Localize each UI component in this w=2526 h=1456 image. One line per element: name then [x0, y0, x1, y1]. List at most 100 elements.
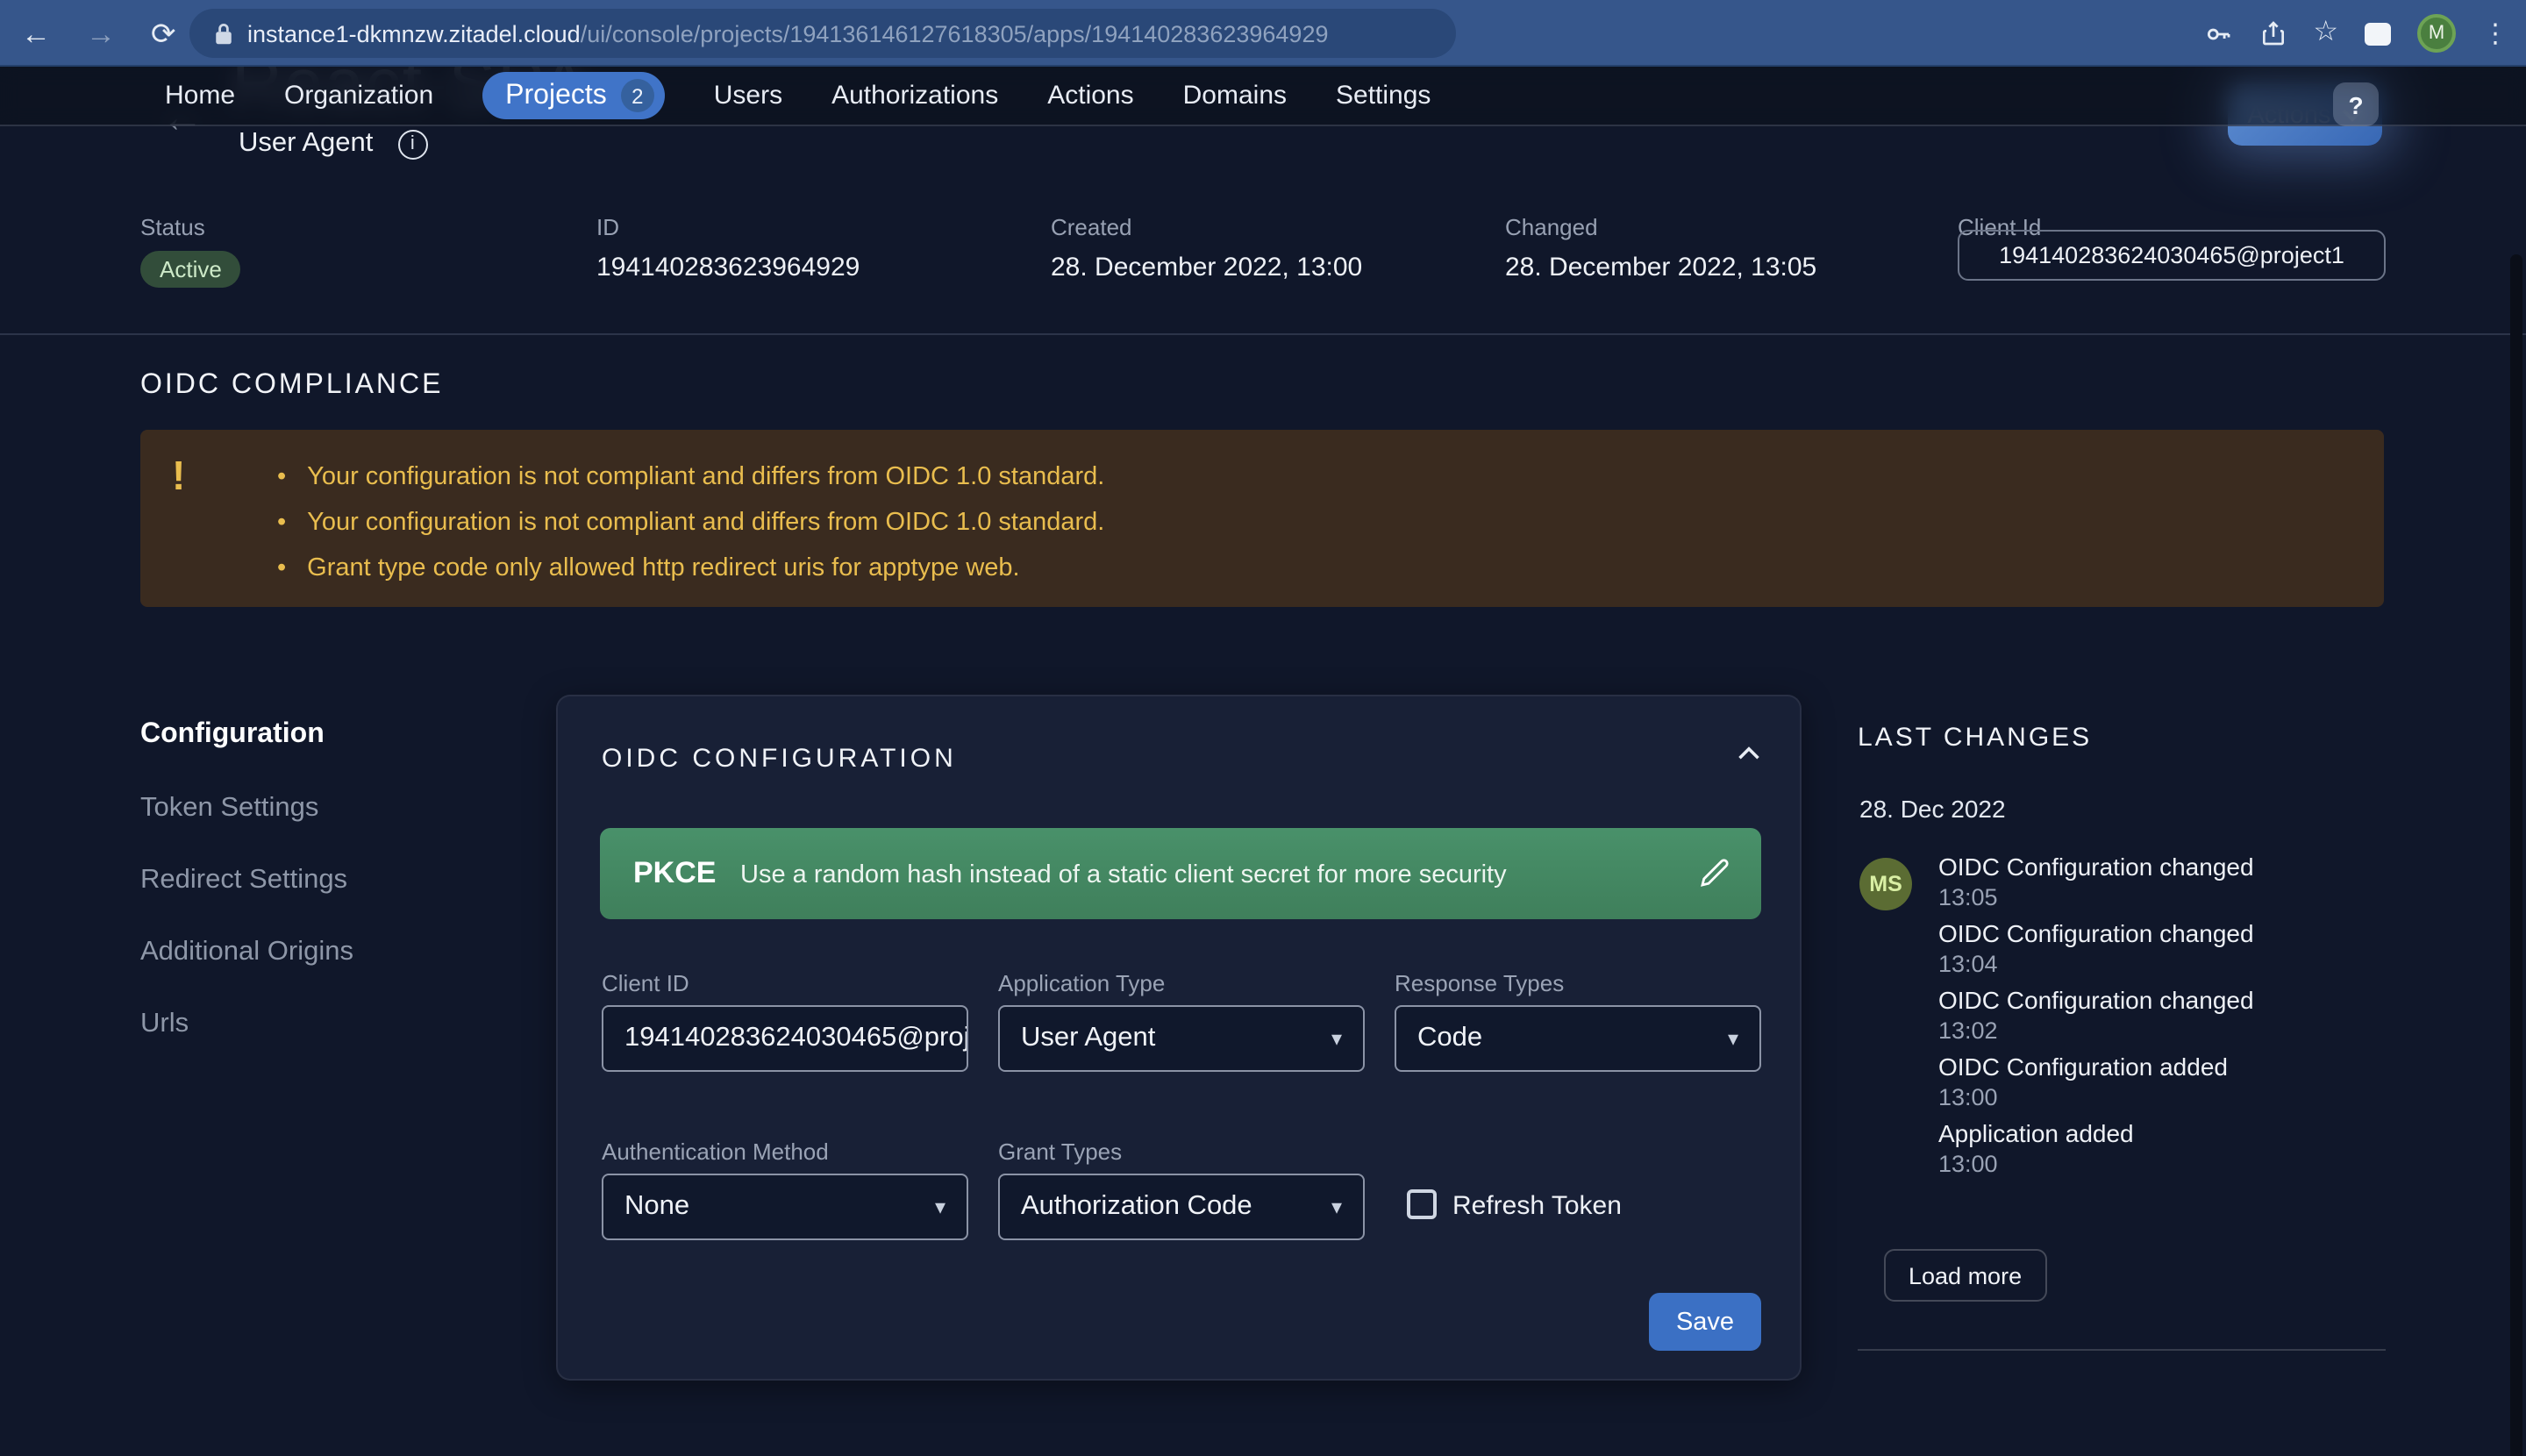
- compliance-warning-box: ! Your configuration is not compliant an…: [140, 430, 2384, 607]
- refresh-token-checkbox[interactable]: [1407, 1189, 1437, 1219]
- back-icon[interactable]: ←: [21, 18, 51, 48]
- browser-profile-avatar[interactable]: M: [2417, 14, 2456, 53]
- refresh-token-label: Refresh Token: [1452, 1191, 1622, 1221]
- nav-item-organization[interactable]: Organization: [284, 81, 433, 111]
- side-panel-icon[interactable]: [2365, 22, 2391, 45]
- change-event-time: 13:00: [1938, 1151, 2394, 1177]
- warning-item: Grant type code only allowed http redire…: [277, 546, 1104, 591]
- caret-down-icon: ▾: [1331, 1195, 1342, 1219]
- address-bar[interactable]: instance1-dkmnzw.zitadel.cloud/ui/consol…: [189, 9, 1456, 58]
- nav-item-users[interactable]: Users: [714, 81, 782, 111]
- save-button[interactable]: Save: [1649, 1293, 1761, 1351]
- header-divider: [0, 333, 2526, 335]
- nav-item-home[interactable]: Home: [165, 81, 235, 111]
- browser-chrome: ← → ⟳ instance1-dkmnzw.zitadel.cloud/ui/…: [0, 0, 2526, 67]
- avatar: MS: [1859, 858, 1912, 910]
- changed-field: Changed 28. December 2022, 13:05: [1505, 214, 1816, 282]
- lock-icon: [214, 21, 233, 46]
- created-value: 28. December 2022, 13:00: [1051, 253, 1362, 282]
- sidebar-item-additional-origins[interactable]: Additional Origins: [140, 937, 353, 968]
- password-key-icon[interactable]: [2202, 18, 2232, 48]
- client-id-input[interactable]: 194140283624030465@project1: [602, 1005, 968, 1072]
- pkce-title: PKCE: [633, 856, 716, 891]
- nav-item-domains[interactable]: Domains: [1183, 81, 1287, 111]
- change-event-title: Application added: [1938, 1119, 2394, 1147]
- id-label: ID: [596, 214, 860, 240]
- id-value: 194140283623964929: [596, 253, 860, 282]
- change-event: OIDC Configuration added 13:00: [1938, 1053, 2394, 1110]
- top-navbar: Home Organization Projects 2 Users Autho…: [0, 67, 2526, 126]
- caret-down-icon: ▾: [1331, 1026, 1342, 1051]
- response-types-value: Code: [1417, 1023, 1482, 1054]
- nav-item-actions[interactable]: Actions: [1047, 81, 1133, 111]
- grant-types-label: Grant Types: [998, 1138, 1122, 1165]
- nav-item-settings[interactable]: Settings: [1336, 81, 1431, 111]
- change-event-title: OIDC Configuration changed: [1938, 919, 2394, 947]
- change-event: OIDC Configuration changed 13:02: [1938, 986, 2394, 1044]
- collapse-chevron-up-icon[interactable]: [1737, 746, 1761, 761]
- caret-down-icon: ▾: [1728, 1026, 1738, 1051]
- browser-nav-controls: ← → ⟳: [21, 0, 176, 67]
- nav-item-authorizations[interactable]: Authorizations: [831, 81, 998, 111]
- app-subtitle-row: User Agent i: [239, 128, 427, 160]
- change-event: OIDC Configuration changed 13:04: [1938, 919, 2394, 977]
- sidebar-item-redirect-settings[interactable]: Redirect Settings: [140, 865, 347, 896]
- console-page: React-SPA ← Home Organization Projects 2…: [0, 67, 2526, 1456]
- status-badge: Active: [140, 251, 241, 288]
- help-badge[interactable]: ?: [2333, 82, 2379, 126]
- grant-types-select[interactable]: Authorization Code ▾: [998, 1174, 1365, 1240]
- created-field: Created 28. December 2022, 13:00: [1051, 214, 1362, 282]
- change-event-time: 13:05: [1938, 884, 2394, 910]
- response-types-label: Response Types: [1395, 970, 1564, 996]
- status-label: Status: [140, 214, 241, 240]
- sidebar-item-urls[interactable]: Urls: [140, 1009, 189, 1040]
- share-icon[interactable]: [2258, 19, 2287, 47]
- load-more-button[interactable]: Load more: [1884, 1249, 2046, 1302]
- response-types-select[interactable]: Code ▾: [1395, 1005, 1761, 1072]
- client-id-chip[interactable]: 194140283624030465@project1: [1958, 230, 2386, 281]
- created-label: Created: [1051, 214, 1362, 240]
- info-icon[interactable]: i: [397, 129, 427, 159]
- changed-label: Changed: [1505, 214, 1816, 240]
- change-event-title: OIDC Configuration changed: [1938, 853, 2394, 881]
- bookmark-star-icon[interactable]: ☆: [2313, 19, 2338, 47]
- page-scrollbar[interactable]: [2510, 254, 2522, 1456]
- forward-icon[interactable]: →: [86, 18, 116, 48]
- change-event-time: 13:00: [1938, 1084, 2394, 1110]
- edit-pencil-icon[interactable]: [1696, 854, 1733, 891]
- last-changes-heading: LAST CHANGES: [1858, 723, 2092, 753]
- authentication-method-select[interactable]: None ▾: [602, 1174, 968, 1240]
- change-event-time: 13:02: [1938, 1017, 2394, 1044]
- change-event-time: 13:04: [1938, 951, 2394, 977]
- nav-item-projects[interactable]: Projects 2: [482, 72, 665, 119]
- screen: ← → ⟳ instance1-dkmnzw.zitadel.cloud/ui/…: [0, 0, 2526, 1456]
- application-type-label: Application Type: [998, 970, 1165, 996]
- reload-icon[interactable]: ⟳: [151, 18, 176, 48]
- authentication-method-value: None: [624, 1191, 689, 1223]
- change-event-title: OIDC Configuration changed: [1938, 986, 2394, 1014]
- sidebar-item-token-settings[interactable]: Token Settings: [140, 793, 318, 824]
- url-text: instance1-dkmnzw.zitadel.cloud/ui/consol…: [247, 20, 1329, 46]
- warning-icon: !: [172, 453, 185, 500]
- warning-item: Your configuration is not compliant and …: [277, 454, 1104, 500]
- app-type-subtitle: User Agent: [239, 128, 373, 160]
- application-type-select[interactable]: User Agent ▾: [998, 1005, 1365, 1072]
- change-event: Application added 13:00: [1938, 1119, 2394, 1177]
- browser-menu-icon[interactable]: ⋮: [2482, 20, 2508, 46]
- pkce-description: Use a random hash instead of a static cl…: [740, 861, 1507, 889]
- sidebar-item-configuration[interactable]: Configuration: [140, 719, 325, 751]
- warning-item: Your configuration is not compliant and …: [277, 500, 1104, 546]
- application-type-value: User Agent: [1021, 1023, 1155, 1054]
- compliance-heading: OIDC COMPLIANCE: [140, 370, 444, 402]
- client-id-input-label: Client ID: [602, 970, 689, 996]
- last-changes-date: 28. Dec 2022: [1859, 795, 2006, 823]
- change-event: OIDC Configuration changed 13:05: [1938, 853, 2394, 910]
- last-changes-divider: [1858, 1349, 2386, 1351]
- change-event-title: OIDC Configuration added: [1938, 1053, 2394, 1081]
- nav-item-projects-label: Projects: [505, 80, 607, 111]
- caret-down-icon: ▾: [935, 1195, 945, 1219]
- oidc-configuration-card: OIDC CONFIGURATION PKCE Use a random has…: [556, 695, 1802, 1381]
- compliance-warning-list: Your configuration is not compliant and …: [277, 454, 1104, 591]
- projects-count-badge: 2: [621, 79, 654, 112]
- status-field: Status Active: [140, 214, 241, 288]
